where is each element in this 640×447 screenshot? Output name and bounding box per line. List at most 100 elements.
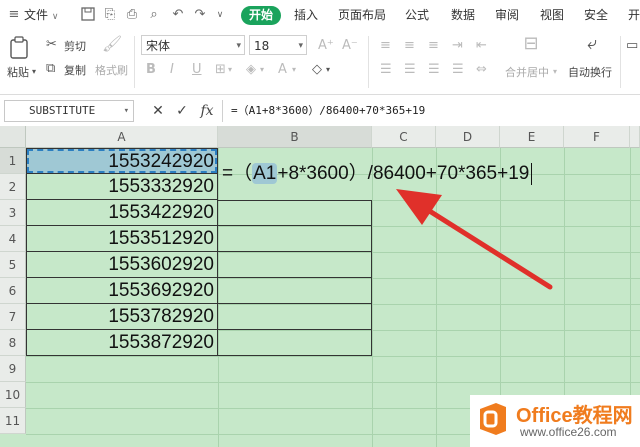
name-box[interactable]: SUBSTITUTE ▾ bbox=[4, 100, 134, 122]
chevron-down-icon[interactable]: ▾ bbox=[553, 64, 557, 80]
paste-icon[interactable] bbox=[8, 36, 32, 60]
divider bbox=[134, 36, 135, 88]
row-header-5[interactable]: 5 bbox=[0, 252, 26, 278]
cell-a2[interactable]: 1553332920 bbox=[26, 174, 218, 200]
increase-font-icon[interactable]: A⁺ bbox=[318, 38, 334, 54]
row-header-10[interactable]: 10 bbox=[0, 382, 26, 408]
column-header-f[interactable]: F bbox=[564, 126, 630, 148]
tab-developer[interactable]: 开 bbox=[628, 0, 640, 30]
confirm-icon[interactable]: ✓ bbox=[174, 102, 190, 120]
merge-icon[interactable]: ⊟ bbox=[519, 35, 543, 53]
column-header-e[interactable]: E bbox=[500, 126, 564, 148]
file-menu[interactable]: 文件 ∨ bbox=[24, 0, 58, 30]
divider bbox=[620, 36, 621, 88]
cell-a5[interactable]: 1553602920 bbox=[26, 252, 218, 278]
align-center-icon[interactable]: ☰ bbox=[404, 62, 416, 78]
cut-button[interactable]: 剪切 bbox=[64, 38, 86, 54]
cancel-icon[interactable]: ✕ bbox=[150, 102, 166, 120]
chevron-down-icon[interactable]: ▾ bbox=[32, 64, 36, 80]
paste-button-label[interactable]: 粘贴 bbox=[7, 64, 29, 80]
align-top-icon[interactable]: ≡ bbox=[380, 38, 391, 54]
cell-b8[interactable] bbox=[218, 330, 372, 356]
chevron-down-icon[interactable]: ▾ bbox=[326, 62, 330, 78]
chevron-down-icon[interactable]: ▾ bbox=[228, 62, 232, 78]
select-all-corner[interactable] bbox=[0, 126, 26, 148]
chevron-down-icon[interactable]: ▾ bbox=[292, 62, 296, 78]
row-header-3[interactable]: 3 bbox=[0, 200, 26, 226]
tab-review[interactable]: 审阅 bbox=[495, 0, 519, 30]
chevron-down-icon: ▾ bbox=[236, 41, 241, 51]
row-header-4[interactable]: 4 bbox=[0, 226, 26, 252]
cell-b6[interactable] bbox=[218, 278, 372, 304]
row-header-2[interactable]: 2 bbox=[0, 174, 26, 200]
export-pdf-icon[interactable]: ⎘ bbox=[102, 7, 118, 23]
italic-icon[interactable]: I bbox=[170, 62, 174, 78]
cell-b3[interactable] bbox=[218, 200, 372, 226]
row-header-8[interactable]: 8 bbox=[0, 330, 26, 356]
outdent-icon[interactable]: ⇤ bbox=[476, 38, 487, 54]
print-preview-icon[interactable]: ⌕ bbox=[146, 7, 162, 23]
align-bottom-icon[interactable]: ≡ bbox=[428, 38, 439, 54]
column-header-d[interactable]: D bbox=[436, 126, 500, 148]
cell-a8[interactable]: 1553872920 bbox=[26, 330, 218, 356]
merge-center-button[interactable]: 合并居中 bbox=[505, 64, 549, 80]
tab-data[interactable]: 数据 bbox=[451, 0, 475, 30]
clear-format-icon[interactable]: ◇ bbox=[312, 62, 322, 78]
chevron-down-icon: ▾ bbox=[298, 41, 303, 51]
align-middle-icon[interactable]: ≡ bbox=[404, 38, 415, 54]
column-header-b[interactable]: B bbox=[218, 126, 372, 148]
tab-formulas[interactable]: 公式 bbox=[405, 0, 429, 30]
cell-a4[interactable]: 1553512920 bbox=[26, 226, 218, 252]
cell-a1[interactable]: 1553242920 bbox=[26, 148, 218, 174]
chevron-down-icon[interactable]: ▾ bbox=[260, 62, 264, 78]
indent-icon[interactable]: ⇥ bbox=[452, 38, 463, 54]
font-name-select[interactable]: 宋体 ▾ bbox=[141, 35, 245, 55]
distribute-icon[interactable]: ⇔ bbox=[476, 62, 487, 78]
row-header-9[interactable]: 9 bbox=[0, 356, 26, 382]
office26-watermark: Office教程网 www.office26.com bbox=[470, 395, 640, 447]
tab-home[interactable]: 开始 bbox=[241, 6, 282, 25]
row-header-1[interactable]: 1 bbox=[0, 148, 26, 174]
cell-a3[interactable]: 1553422920 bbox=[26, 200, 218, 226]
tab-page-layout[interactable]: 页面布局 bbox=[338, 0, 386, 30]
fill-color-icon[interactable]: ◈ bbox=[246, 62, 256, 78]
row-header-11[interactable]: 11 bbox=[0, 408, 26, 434]
align-left-icon[interactable]: ☰ bbox=[380, 62, 392, 78]
undo-icon[interactable]: ↶ bbox=[170, 7, 186, 23]
hamburger-menu-icon[interactable]: ≡ bbox=[6, 7, 22, 23]
format-painter-button[interactable]: 格式刷 bbox=[95, 62, 128, 78]
formula-input[interactable]: =（A1+8*3600）/86400+70*365+19 bbox=[222, 100, 640, 122]
decrease-font-icon[interactable]: A⁻ bbox=[342, 38, 358, 54]
cell-b4[interactable] bbox=[218, 226, 372, 252]
tab-view[interactable]: 视图 bbox=[540, 0, 564, 30]
number-format-icon[interactable]: ▭ bbox=[626, 38, 638, 54]
align-right-icon[interactable]: ☰ bbox=[428, 62, 440, 78]
font-size-select[interactable]: 18 ▾ bbox=[249, 35, 307, 55]
wrap-text-icon[interactable]: ⤶ bbox=[580, 35, 604, 53]
row-header-6[interactable]: 6 bbox=[0, 278, 26, 304]
save-icon[interactable] bbox=[80, 7, 96, 23]
cell-a6[interactable]: 1553692920 bbox=[26, 278, 218, 304]
cell-b7[interactable] bbox=[218, 304, 372, 330]
watermark-brand: Office教程网 bbox=[516, 405, 633, 427]
tab-insert[interactable]: 插入 bbox=[294, 0, 318, 30]
underline-icon[interactable]: U bbox=[192, 62, 202, 78]
insert-function-icon[interactable]: fx bbox=[197, 102, 217, 120]
redo-icon[interactable]: ↷ bbox=[192, 7, 208, 23]
format-painter-icon[interactable]: 🖌 bbox=[102, 36, 122, 52]
print-icon[interactable]: ⎙ bbox=[124, 7, 140, 23]
tab-security[interactable]: 安全 bbox=[584, 0, 608, 30]
bold-icon[interactable]: B bbox=[146, 62, 156, 78]
cell-a7[interactable]: 1553782920 bbox=[26, 304, 218, 330]
copy-button[interactable]: 复制 bbox=[64, 62, 86, 78]
column-header-c[interactable]: C bbox=[372, 126, 436, 148]
cell-b5[interactable] bbox=[218, 252, 372, 278]
font-color-icon[interactable]: A bbox=[278, 62, 287, 78]
row-header-7[interactable]: 7 bbox=[0, 304, 26, 330]
chevron-down-icon[interactable]: ∨ bbox=[212, 7, 228, 23]
column-header-g[interactable] bbox=[630, 126, 640, 148]
border-icon[interactable]: ⊞ bbox=[215, 62, 226, 78]
column-header-a[interactable]: A bbox=[26, 126, 218, 148]
wrap-text-button[interactable]: 自动换行 bbox=[568, 64, 612, 80]
justify-icon[interactable]: ☰ bbox=[452, 62, 464, 78]
